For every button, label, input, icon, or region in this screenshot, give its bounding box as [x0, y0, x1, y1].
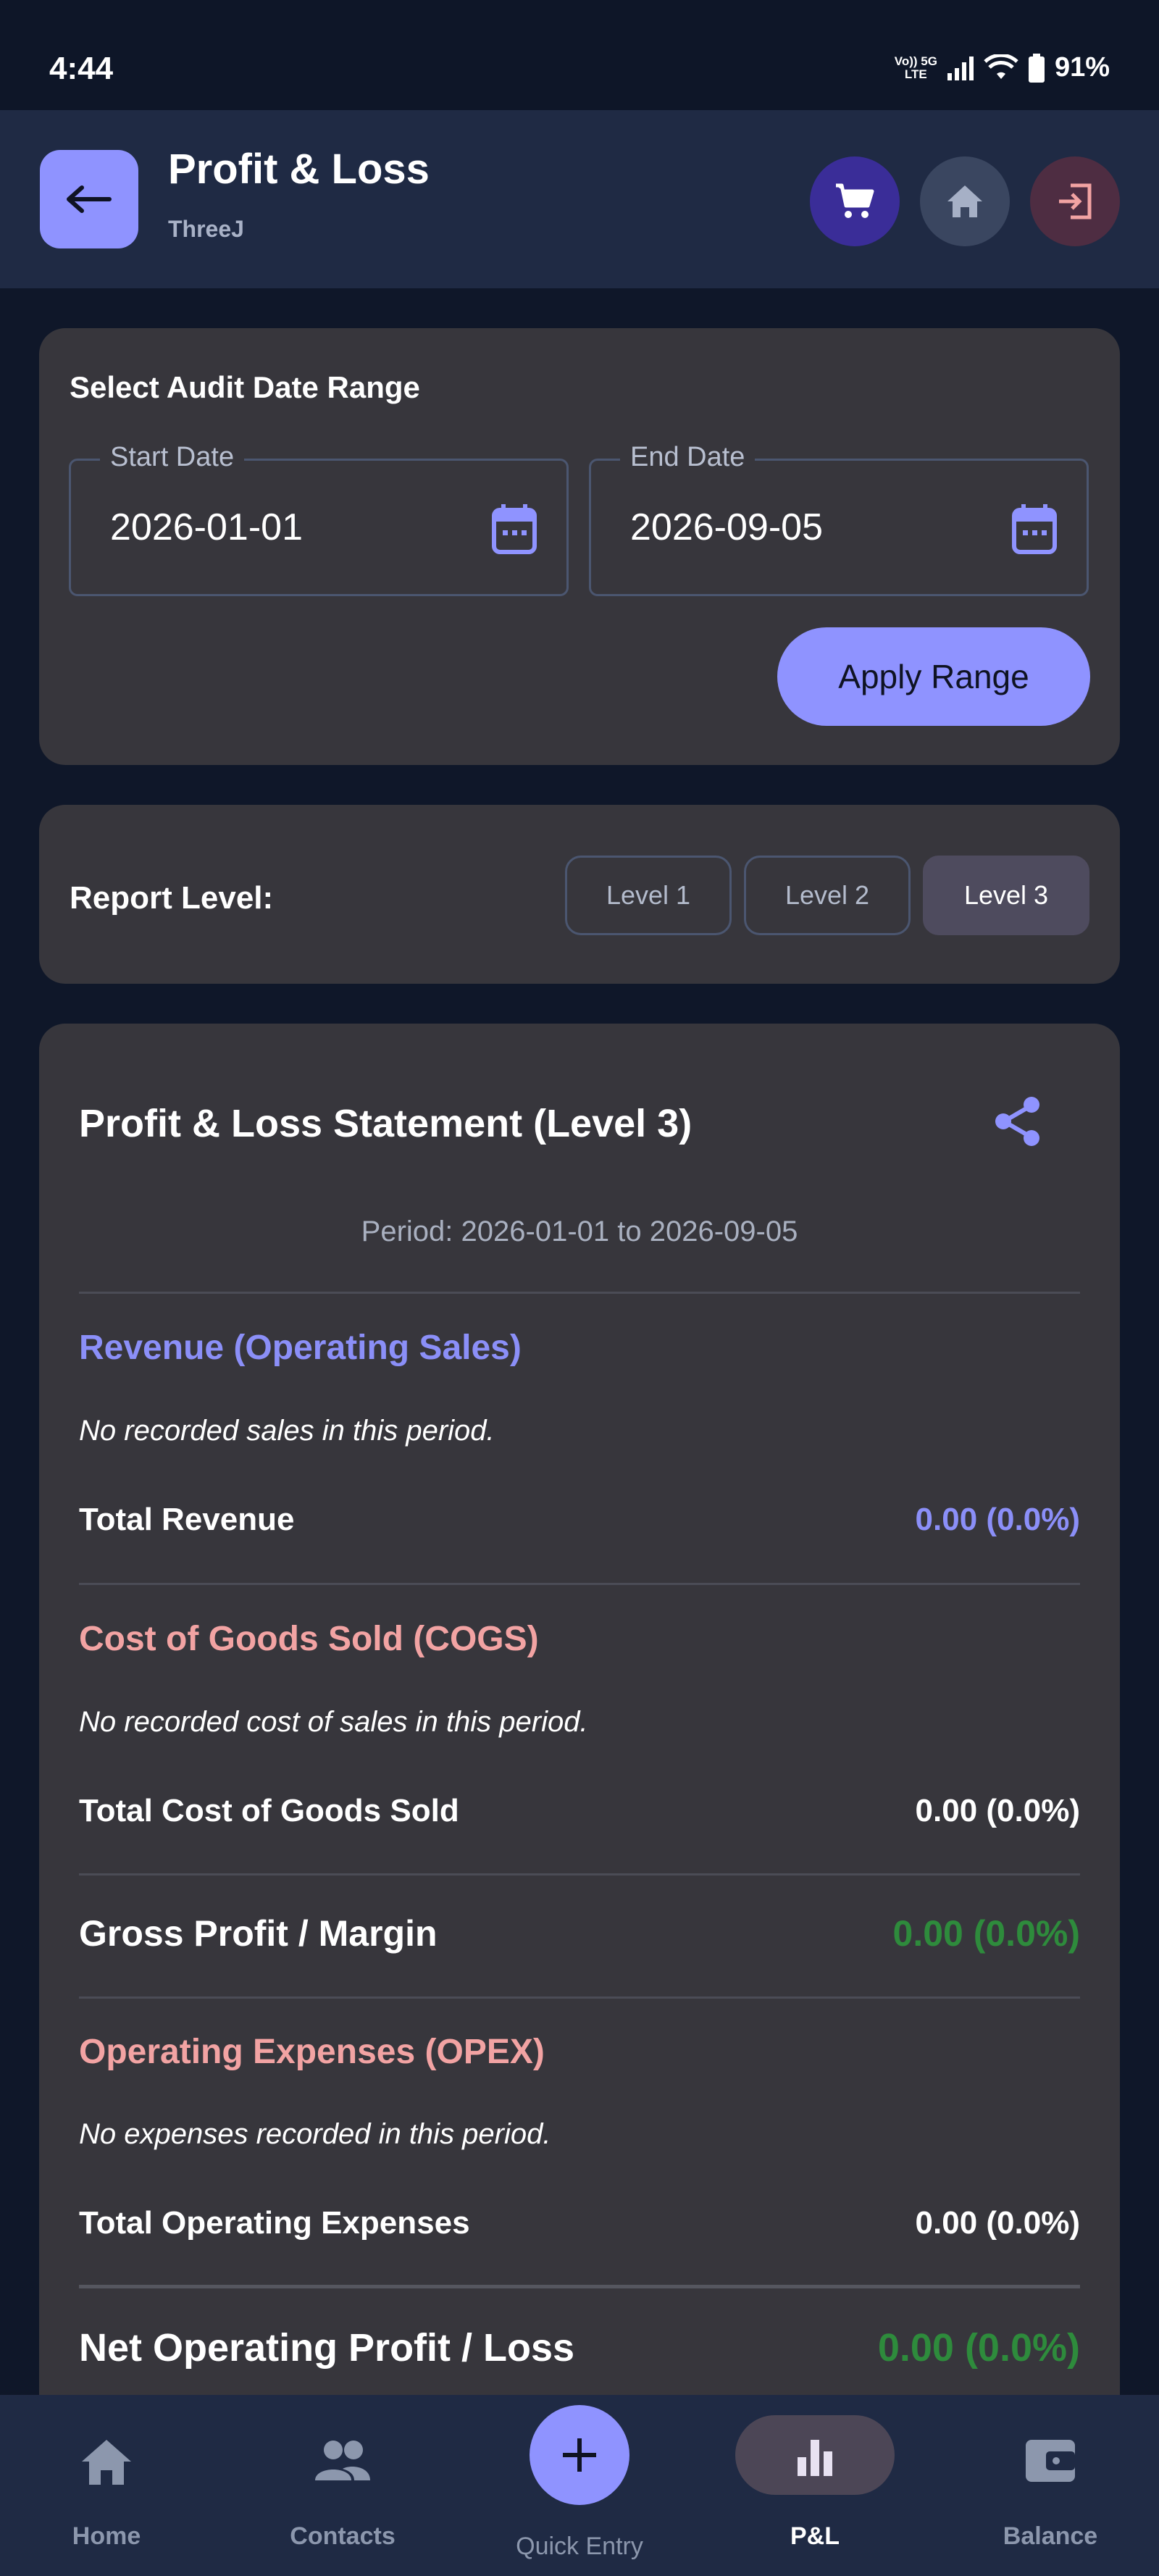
total-cogs-value: 0.00 (0.0%) [915, 1793, 1080, 1828]
net-profit-label: Net Operating Profit / Loss [79, 2326, 575, 2370]
signal-icon [947, 56, 974, 80]
home-icon [82, 2440, 131, 2485]
divider [79, 2285, 1080, 2288]
total-cogs-label: Total Cost of Goods Sold [79, 1793, 459, 1828]
opex-section-title: Operating Expenses (OPEX) [79, 2033, 545, 2071]
nav-quick-entry[interactable]: Quick Entry [493, 2395, 666, 2576]
quick-entry-button[interactable] [530, 2405, 629, 2505]
logout-button[interactable] [1030, 156, 1120, 246]
revenue-section-title: Revenue (Operating Sales) [79, 1329, 522, 1367]
calendar-icon[interactable] [491, 503, 537, 555]
nav-contacts[interactable]: Contacts [256, 2395, 430, 2576]
gross-profit-value: 0.00 (0.0%) [892, 1913, 1080, 1954]
cogs-section-title: Cost of Goods Sold (COGS) [79, 1620, 539, 1658]
status-bar: 4:44 Vo)) 5G LTE 91% [0, 0, 1159, 110]
battery-level: 91% [1054, 52, 1110, 83]
end-date-label: End Date [620, 442, 756, 473]
nav-home-label: Home [72, 2522, 141, 2550]
back-button[interactable] [40, 150, 138, 248]
total-revenue-label: Total Revenue [79, 1502, 295, 1537]
start-date-label: Start Date [100, 442, 245, 473]
divider [79, 1583, 1080, 1585]
wallet-icon [1026, 2440, 1075, 2482]
plus-icon [563, 2438, 596, 2472]
report-level-card: Report Level: Level 1 Level 2 Level 3 [39, 805, 1120, 984]
nav-contacts-label: Contacts [290, 2522, 396, 2550]
bar-chart-icon [798, 2440, 832, 2476]
home-icon [947, 185, 982, 217]
app-bar: Profit & Loss ThreeJ [0, 110, 1159, 288]
share-icon[interactable] [994, 1095, 1042, 1147]
divider [79, 1873, 1080, 1875]
status-indicators: Vo)) 5G LTE 91% [895, 52, 1110, 83]
opex-note: No expenses recorded in this period. [79, 2118, 551, 2150]
nav-balance[interactable]: Balance [963, 2395, 1137, 2576]
total-opex-value: 0.00 (0.0%) [915, 2205, 1080, 2241]
company-name: ThreeJ [168, 216, 244, 242]
cart-button[interactable] [810, 156, 900, 246]
total-opex-label: Total Operating Expenses [79, 2205, 470, 2241]
cart-icon [836, 183, 874, 218]
net-profit-value: 0.00 (0.0%) [877, 2326, 1080, 2370]
nav-pl-label: P&L [790, 2522, 840, 2550]
level-2-button[interactable]: Level 2 [744, 856, 911, 935]
report-level-label: Report Level: [70, 880, 274, 916]
status-time: 4:44 [49, 51, 114, 86]
nav-pl[interactable]: P&L [728, 2395, 902, 2576]
start-date-field[interactable]: Start Date 2026-01-01 [69, 442, 569, 596]
nav-home[interactable]: Home [20, 2395, 193, 2576]
exit-icon [1059, 183, 1092, 219]
home-button[interactable] [920, 156, 1010, 246]
statement-title: Profit & Loss Statement (Level 3) [79, 1102, 693, 1145]
gross-profit-label: Gross Profit / Margin [79, 1913, 438, 1954]
level-3-button[interactable]: Level 3 [923, 856, 1089, 935]
end-date-value: 2026-09-05 [630, 506, 823, 548]
date-range-card: Select Audit Date Range Start Date 2026-… [39, 328, 1120, 765]
page-title: Profit & Loss [168, 146, 430, 193]
nav-balance-label: Balance [1003, 2522, 1098, 2550]
level-1-button[interactable]: Level 1 [565, 856, 732, 935]
back-arrow-icon [67, 185, 112, 213]
cogs-note: No recorded cost of sales in this period… [79, 1706, 588, 1738]
revenue-note: No recorded sales in this period. [79, 1415, 495, 1447]
apply-range-button[interactable]: Apply Range [777, 627, 1090, 726]
date-range-heading: Select Audit Date Range [70, 370, 420, 404]
bottom-navigation: Home Contacts Quick Entry P&L Balance [0, 2395, 1159, 2576]
nav-quick-entry-label: Quick Entry [516, 2533, 643, 2560]
divider [79, 1292, 1080, 1294]
contacts-icon [315, 2441, 370, 2480]
total-revenue-value: 0.00 (0.0%) [915, 1502, 1080, 1537]
statement-period: Period: 2026-01-01 to 2026-09-05 [361, 1216, 798, 1247]
end-date-field[interactable]: End Date 2026-09-05 [589, 442, 1089, 596]
network-type: Vo)) 5G LTE [894, 54, 937, 81]
start-date-value: 2026-01-01 [110, 506, 303, 548]
divider [79, 1996, 1080, 1999]
battery-icon [1028, 53, 1045, 83]
statement-card: Profit & Loss Statement (Level 3) Period… [39, 1024, 1120, 2472]
calendar-icon[interactable] [1011, 503, 1058, 555]
wifi-icon [984, 54, 1018, 79]
